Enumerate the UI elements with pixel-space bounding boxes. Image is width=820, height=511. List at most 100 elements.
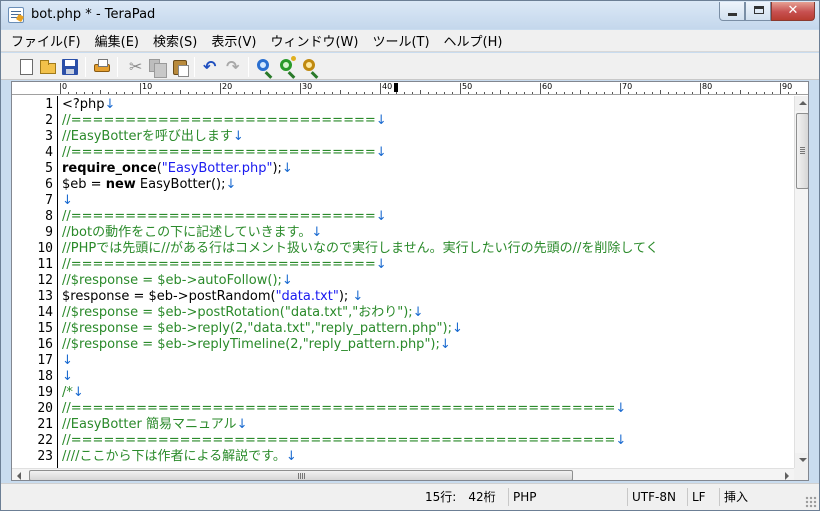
code-line[interactable]: //EasyBotter 簡易マニュアル↓ [62,417,247,433]
vertical-scroll-thumb[interactable] [796,113,808,189]
code-line[interactable]: <?php↓ [62,97,115,113]
title-bar[interactable]: bot.php * - TeraPad ✕ [1,1,819,29]
ruler-tick [452,92,453,94]
code-token: //============================ [62,257,376,272]
new-file-button[interactable] [17,58,35,76]
horizontal-scroll-thumb[interactable] [29,470,573,480]
menu-file[interactable]: ファイル(F) [11,31,81,50]
code-line[interactable]: //$response = $eb->postRotation("data.tx… [62,305,424,321]
line-end-mark: ↓ [62,353,73,368]
ruler-tick [316,92,317,94]
ruler-tick [100,90,101,94]
line-end-mark: ↓ [615,433,627,448]
scroll-right-arrow-icon[interactable] [779,469,794,480]
code-line[interactable]: //============================↓ [62,257,387,273]
code-line[interactable]: require_once("EasyBotter.php");↓ [62,161,293,177]
code-line[interactable]: //PHPでは先頭に//がある行はコメント扱いなので実行しません。実行したい行の… [62,241,659,257]
save-button[interactable] [61,58,79,76]
ruler-tick [148,92,149,94]
ruler-tick [252,92,253,94]
scroll-down-arrow-icon[interactable] [795,453,808,468]
ruler-tick [580,90,581,94]
code-token: require_once [62,161,157,176]
minimize-button[interactable] [719,2,745,21]
code-line[interactable]: $eb = new EasyBotter();↓ [62,177,236,193]
status-cursor-position: 15行: 42桁 [425,490,496,504]
find-prev-button[interactable] [302,58,320,76]
open-file-button[interactable] [39,58,57,76]
line-number: 1 [45,97,53,112]
resize-grip-icon[interactable] [805,496,817,508]
maximize-button[interactable] [745,2,771,21]
line-number: 15 [37,321,53,336]
menu-help[interactable]: ヘルプ(H) [444,31,503,50]
line-number: 6 [45,177,53,192]
code-line[interactable]: //======================================… [62,401,626,417]
ruler-tick [244,92,245,94]
undo-button[interactable]: ↶ [202,58,220,76]
code-line[interactable]: ↓ [62,369,73,385]
menu-view[interactable]: 表示(V) [211,31,256,50]
open-folder-icon [40,60,56,74]
ruler-scale: 0 10 20 30 40 50 60 70 80 90 [60,82,800,94]
print-button[interactable] [93,58,111,76]
line-end-mark: ↓ [412,305,424,320]
code-line[interactable]: //EasyBotterを呼び出します↓ [62,129,244,145]
ruler-tick [196,92,197,94]
ruler-label: 80 [702,82,713,91]
line-number: 4 [45,145,53,160]
code-line[interactable]: //============================↓ [62,145,387,161]
code-token: new [105,177,136,192]
app-window: bot.php * - TeraPad ✕ ファイル(F) 編集(E) 検索(S… [0,0,820,511]
code-line[interactable]: //======================================… [62,433,626,449]
code-line[interactable]: //botの動作をこの下に記述していきます。↓ [62,225,322,241]
terapad-app-icon[interactable] [8,7,24,23]
menu-search[interactable]: 検索(S) [153,31,197,50]
ruler-tick [796,92,797,94]
status-insert-mode[interactable]: 挿入 [719,488,752,506]
code-token: //======================================… [62,433,616,448]
code-line[interactable]: //$response = $eb->replyTimeline(2,"repl… [62,337,451,353]
ruler-tick [740,90,741,94]
line-end-mark: ↓ [72,385,84,400]
status-encoding[interactable]: UTF-8N [627,488,680,506]
find-button[interactable] [256,58,274,76]
copy-button[interactable] [147,58,167,78]
code-text-area[interactable]: <?php↓//============================↓//E… [62,96,792,468]
code-line[interactable]: /*↓ [62,385,84,401]
close-button[interactable]: ✕ [771,2,815,21]
line-number: 21 [37,417,53,432]
scroll-up-arrow-icon[interactable] [795,96,808,111]
redo-button[interactable]: ↷ [225,58,243,76]
status-syntax[interactable]: PHP [508,488,541,506]
redo-icon: ↷ [226,57,240,76]
menu-tools[interactable]: ツール(T) [372,31,429,50]
scroll-left-arrow-icon[interactable] [12,469,27,480]
status-line-ending[interactable]: LF [687,488,710,506]
ruler-tick [660,90,661,94]
code-line[interactable]: //$response = $eb->reply(2,"data.txt","r… [62,321,463,337]
code-line[interactable]: //============================↓ [62,113,387,129]
code-line[interactable]: ////ここから下は作者による解説です。↓ [62,449,297,465]
find-next-button[interactable] [279,56,297,76]
editor-area[interactable]: 0 10 20 30 40 50 60 70 80 90 1 2 3 4 5 6 7 8 9 10 11 12 13 14 1… [11,81,809,481]
menu-edit[interactable]: 編集(E) [95,31,139,50]
code-line[interactable]: $response = $eb->postRandom("data.txt");… [62,289,363,305]
ruler-tick [380,83,381,94]
find-prev-icon [303,59,315,71]
code-line[interactable]: ↓ [62,193,73,209]
line-end-mark: ↓ [375,113,387,128]
menu-window[interactable]: ウィンドウ(W) [270,31,358,50]
new-file-icon [20,59,33,75]
cut-button[interactable]: ✂ [125,58,143,76]
code-line[interactable]: //============================↓ [62,209,387,225]
toolbar-separator [194,57,195,77]
code-line[interactable]: ↓ [62,353,73,369]
ruler-column-marker [394,83,398,92]
code-line[interactable]: //$response = $eb->autoFollow();↓ [62,273,293,289]
horizontal-scrollbar[interactable] [12,468,794,480]
vertical-scrollbar[interactable] [794,96,808,468]
paste-button[interactable] [171,58,189,77]
ruler-tick [460,83,461,94]
ruler-tick [300,83,301,94]
